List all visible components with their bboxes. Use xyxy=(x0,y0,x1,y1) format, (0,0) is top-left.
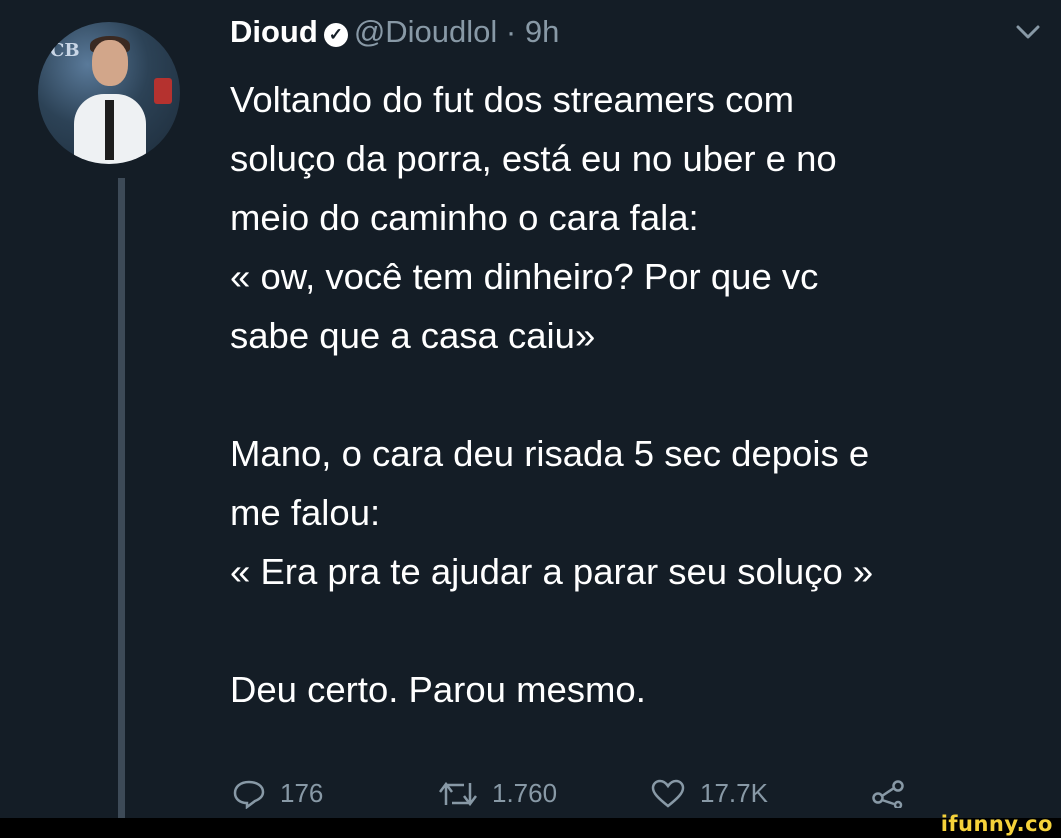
retweet-count: 1.760 xyxy=(492,778,558,808)
avatar-badge: CB xyxy=(50,40,80,61)
avatar[interactable]: CB xyxy=(38,22,180,164)
tweet-actions: 176 1.760 17.7K xyxy=(230,778,990,818)
reply-count: 176 xyxy=(280,778,324,808)
chevron-down-icon[interactable] xyxy=(1010,14,1046,50)
timestamp[interactable]: 9h xyxy=(525,14,559,49)
verified-badge-icon: ✓ xyxy=(323,23,348,47)
tweet-header: Dioud ✓ @Dioudlol · 9h xyxy=(230,12,559,52)
separator: · xyxy=(505,14,517,49)
retweet-icon xyxy=(439,781,477,806)
thread-line xyxy=(118,178,125,828)
tweet-text: Voltando do fut dos streamers com soluço… xyxy=(230,79,874,710)
share-button[interactable] xyxy=(870,778,910,808)
display-name[interactable]: Dioud xyxy=(230,14,318,49)
handle[interactable]: @Dioudlol xyxy=(354,14,497,49)
like-count: 17.7K xyxy=(700,778,768,808)
bottom-bar xyxy=(0,818,1061,838)
reply-icon xyxy=(233,780,265,809)
watermark: ifunny.co xyxy=(940,812,1053,836)
reply-button[interactable]: 176 xyxy=(232,778,323,809)
retweet-button[interactable]: 1.760 xyxy=(438,778,557,809)
like-button[interactable]: 17.7K xyxy=(650,778,768,809)
heart-icon xyxy=(651,779,685,808)
share-icon xyxy=(872,780,904,808)
